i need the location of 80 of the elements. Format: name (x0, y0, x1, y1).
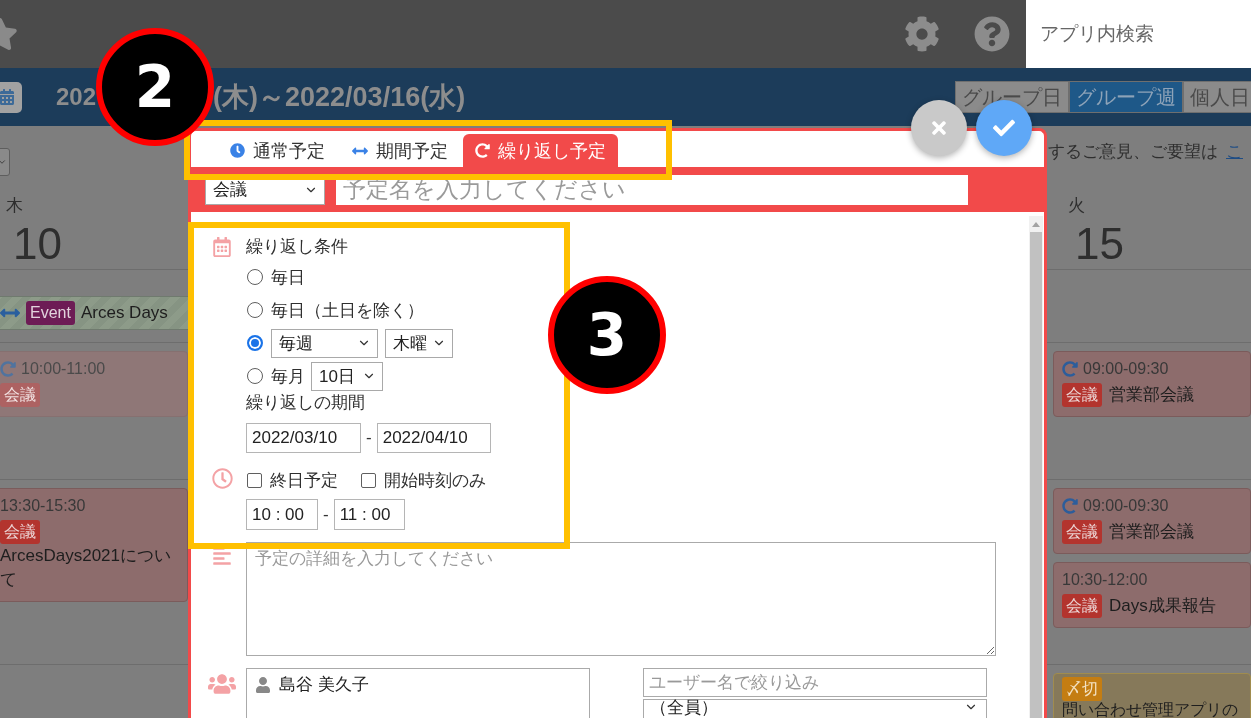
checkbox[interactable] (247, 472, 262, 488)
calendar-icon (0, 89, 15, 105)
event-title: 営業部会議 (1109, 521, 1194, 543)
event-time: 10:00-11:00 (21, 359, 106, 379)
event-card[interactable]: 13:30-15:30 会議 ArcesDays2021について (0, 488, 188, 602)
tab[interactable]: 期間予定 (340, 134, 460, 167)
group-select[interactable]: （全員） (643, 699, 987, 718)
date-field[interactable]: 2022/04/10 (376, 423, 491, 453)
deadline-badge: 〆切 (1062, 677, 1102, 701)
close-icon (929, 118, 949, 138)
event-card[interactable]: 09:00-09:30 会議 営業部会議 (1053, 351, 1251, 417)
weekday-select[interactable]: 木曜 (385, 328, 453, 358)
event-card[interactable]: 〆切 問い合わせ管理アプリの (1053, 673, 1251, 718)
repeat-icon (1062, 498, 1078, 514)
help-icon[interactable] (974, 16, 1010, 52)
radio-label: 毎日（土日を除く） (271, 299, 424, 322)
clock-icon (212, 468, 233, 489)
date-field[interactable]: 2022/03/10 (246, 423, 361, 453)
weekday-label: 木 (6, 195, 23, 216)
user-icon (255, 677, 271, 693)
category-badge: 会議 (1062, 383, 1102, 407)
event-time: 13:30-15:30 (0, 496, 86, 516)
event-card[interactable]: 10:30-12:00 会議 Days成果報告 (1053, 562, 1251, 628)
date-number: 10 (13, 222, 62, 266)
time-field[interactable]: 10 : 00 (246, 499, 318, 530)
event-title: 問い合わせ管理アプリの (1062, 701, 1238, 718)
date-number: 15 (1075, 222, 1124, 266)
weekday-label: 火 (1068, 195, 1085, 216)
category-badge: 会議 (1062, 520, 1102, 544)
tab[interactable]: 繰り返し予定 (463, 134, 618, 167)
calendar-icon (212, 237, 232, 257)
repeat-icon (1062, 361, 1078, 377)
event-card[interactable]: 09:00-09:30 会議 営業部会議 (1053, 488, 1251, 554)
event-card[interactable]: 10:00-11:00 会議 (0, 351, 188, 417)
search-field[interactable]: アプリ内検索 (1026, 0, 1251, 68)
scrollbar-thumb[interactable] (1030, 232, 1042, 718)
check-icon (993, 117, 1015, 139)
chevron-down-icon (0, 157, 7, 167)
radio-button[interactable] (247, 335, 263, 351)
settings-icon[interactable] (904, 16, 940, 52)
filter-field[interactable]: ユーザー名で絞り込み (643, 668, 987, 697)
radio-button[interactable] (247, 269, 263, 285)
event-title: 営業部会議 (1109, 384, 1194, 406)
radio-button[interactable] (247, 368, 263, 384)
category-badge: 会議 (1062, 594, 1102, 618)
range-separator: - (366, 428, 372, 448)
category-badge: 会議 (0, 520, 40, 544)
event-title: ArcesDays2021について (0, 545, 172, 591)
radio-button[interactable] (247, 302, 263, 318)
event-time: 10:30-12:00 (1062, 570, 1148, 590)
calendar-button[interactable] (0, 81, 22, 113)
event-time: 09:00-09:30 (1083, 359, 1169, 379)
date-range-text: 202 (56, 83, 97, 111)
notice-text: するご意見、ご要望は (1048, 141, 1218, 163)
checkbox-label: 終日予定 (270, 469, 338, 492)
date-range-text: (木)～2022/03/16(水) (213, 81, 466, 114)
category-badge: Event (26, 301, 75, 325)
time-field[interactable]: 11 : 00 (333, 499, 405, 530)
interval-select[interactable]: 毎週 (271, 328, 378, 358)
radio-label: 毎月 (271, 365, 305, 388)
event-bar[interactable]: Event Arces Days (0, 296, 188, 330)
tab[interactable]: 通常予定 (218, 134, 337, 167)
member-name[interactable]: 島谷 美久子 (279, 674, 369, 696)
day-select[interactable]: 10日 (311, 361, 383, 391)
radio-label: 毎日 (271, 266, 305, 289)
event-title: Days成果報告 (1109, 595, 1216, 617)
section-label: 繰り返し条件 (246, 236, 348, 258)
section-label: 繰り返しの期間 (246, 392, 365, 414)
category-badge: 会議 (0, 383, 40, 407)
checkbox-label: 開始時刻のみ (384, 469, 486, 492)
repeat-icon (0, 361, 16, 377)
text-lines-icon (212, 546, 232, 566)
clock-icon (230, 143, 245, 158)
range-separator: - (323, 504, 329, 525)
member-list[interactable]: 島谷 美久子 (246, 668, 590, 718)
checkbox[interactable] (361, 472, 376, 488)
repeat-icon (475, 143, 490, 158)
detail-field[interactable]: 予定の詳細を入力してください (246, 542, 996, 656)
event-time: 09:00-09:30 (1083, 496, 1169, 516)
event-title: Arces Days (80, 303, 168, 323)
